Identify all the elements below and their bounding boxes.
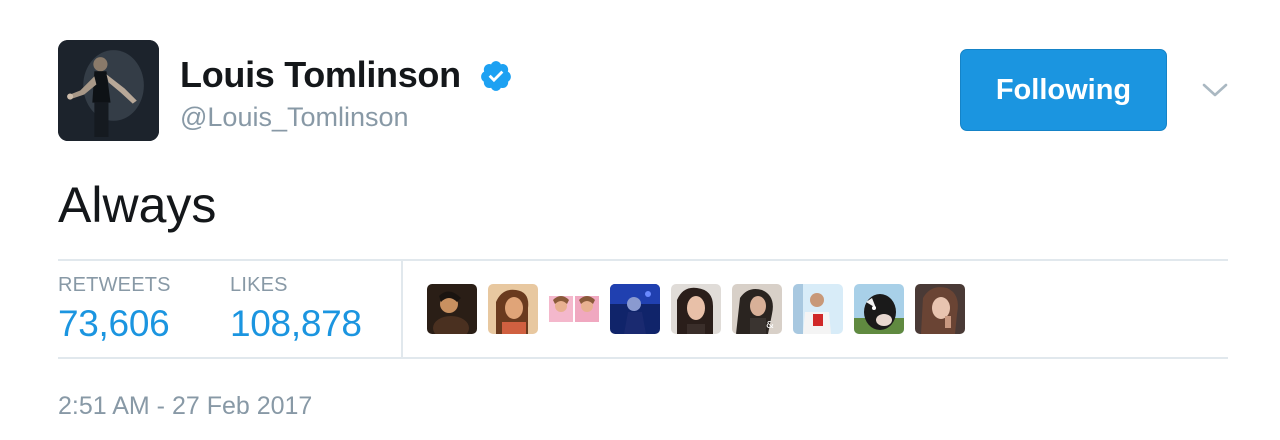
liker-avatar[interactable] [488, 284, 538, 334]
retweets-label: RETWEETS [58, 274, 171, 296]
avatar-photo-icon [58, 40, 159, 141]
liker-avatar[interactable] [915, 284, 965, 334]
tweet-card: Louis Tomlinson @Louis_Tomlinson Followi… [0, 0, 1280, 440]
tweet-timestamp[interactable]: 2:51 AM - 27 Feb 2017 [58, 392, 312, 421]
liker-avatar[interactable] [610, 284, 660, 334]
chevron-down-icon[interactable] [1200, 78, 1230, 102]
likes-count: 108,878 [230, 303, 362, 344]
stats-divider-top [58, 259, 1228, 261]
verified-badge-icon [481, 61, 511, 91]
tweet-text: Always [58, 177, 217, 233]
author-avatar[interactable] [58, 40, 159, 141]
likes-label: LIKES [230, 274, 288, 296]
following-button[interactable]: Following [960, 49, 1167, 131]
liker-avatar[interactable] [854, 284, 904, 334]
author-handle[interactable]: @Louis_Tomlinson [180, 102, 409, 133]
stats-vertical-divider [401, 261, 403, 357]
liker-avatar[interactable]: & [732, 284, 782, 334]
liker-avatar[interactable] [427, 284, 477, 334]
retweets-count: 73,606 [58, 303, 170, 344]
liker-avatar[interactable] [793, 284, 843, 334]
retweets-stat[interactable]: RETWEETS 73,606 [58, 274, 171, 345]
stats-divider-bottom [58, 357, 1228, 359]
liker-avatar[interactable] [671, 284, 721, 334]
liker-avatar[interactable] [549, 284, 599, 334]
likes-stat[interactable]: LIKES 108,878 [230, 274, 362, 345]
svg-text:&: & [766, 320, 774, 331]
author-name[interactable]: Louis Tomlinson [180, 54, 461, 96]
likers-list: & [427, 284, 965, 334]
